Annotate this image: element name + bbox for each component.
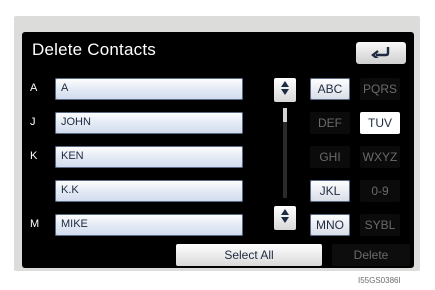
- scroll-thumb[interactable]: [283, 108, 287, 122]
- index-key-0-9[interactable]: 0-9: [360, 180, 400, 202]
- index-key-label: SYBL: [364, 218, 396, 232]
- index-key-label: JKL: [319, 184, 341, 198]
- figure-code: I55GS0386I: [358, 276, 401, 285]
- index-key-label: PQRS: [362, 82, 397, 96]
- back-button[interactable]: [356, 42, 406, 64]
- contact-row[interactable]: J JOHN: [30, 112, 244, 136]
- contact-name-button[interactable]: KEN: [55, 146, 243, 168]
- index-key-label: WXYZ: [362, 150, 398, 164]
- contact-name: KEN: [61, 150, 84, 162]
- index-key-wxyz[interactable]: WXYZ: [360, 146, 400, 168]
- contact-row[interactable]: K.K: [30, 180, 244, 204]
- back-arrow-icon: [370, 44, 392, 63]
- index-key-sybl[interactable]: SYBL: [360, 214, 400, 236]
- scroll-control: [274, 78, 298, 230]
- index-key-label: ABC: [317, 82, 343, 96]
- contact-initial: J: [30, 116, 36, 128]
- index-key-label: DEF: [318, 116, 342, 130]
- index-key-label: TUV: [368, 116, 392, 130]
- index-key-mno[interactable]: MNO: [310, 214, 350, 236]
- index-key-ghi[interactable]: GHI: [310, 146, 350, 168]
- index-key-label: GHI: [319, 150, 341, 164]
- page-title: Delete Contacts: [32, 40, 156, 59]
- scroll-up-icon: [280, 80, 290, 101]
- contact-name: K.K: [61, 184, 79, 196]
- contact-initial: A: [30, 82, 38, 94]
- index-key-label: 0-9: [371, 184, 389, 198]
- scroll-down-icon: [280, 208, 290, 229]
- contact-name: A: [61, 82, 69, 94]
- index-key-tuv[interactable]: TUV: [360, 112, 400, 134]
- contact-name: JOHN: [61, 116, 91, 128]
- contact-name: MIKE: [61, 218, 88, 230]
- select-all-button[interactable]: Select All: [176, 244, 322, 266]
- delete-button[interactable]: Delete: [332, 244, 410, 266]
- index-key-jkl[interactable]: JKL: [310, 180, 350, 202]
- contact-name-button[interactable]: JOHN: [55, 112, 243, 134]
- contact-name-button[interactable]: K.K: [55, 180, 243, 202]
- scroll-down-button[interactable]: [274, 206, 296, 230]
- scroll-up-button[interactable]: [274, 78, 296, 102]
- contact-name-button[interactable]: A: [55, 78, 243, 100]
- contact-name-button[interactable]: MIKE: [55, 214, 243, 236]
- index-key-label: MNO: [316, 218, 344, 232]
- index-key-abc[interactable]: ABC: [310, 78, 350, 100]
- contact-row[interactable]: A A: [30, 78, 244, 102]
- index-key-pqrs[interactable]: PQRS: [360, 78, 400, 100]
- scrollbar[interactable]: [283, 108, 287, 198]
- contact-initial: M: [30, 218, 40, 230]
- contact-row[interactable]: K KEN: [30, 146, 244, 170]
- contact-initial: K: [30, 150, 38, 162]
- index-key-def[interactable]: DEF: [310, 112, 350, 134]
- contact-row[interactable]: M MIKE: [30, 214, 244, 238]
